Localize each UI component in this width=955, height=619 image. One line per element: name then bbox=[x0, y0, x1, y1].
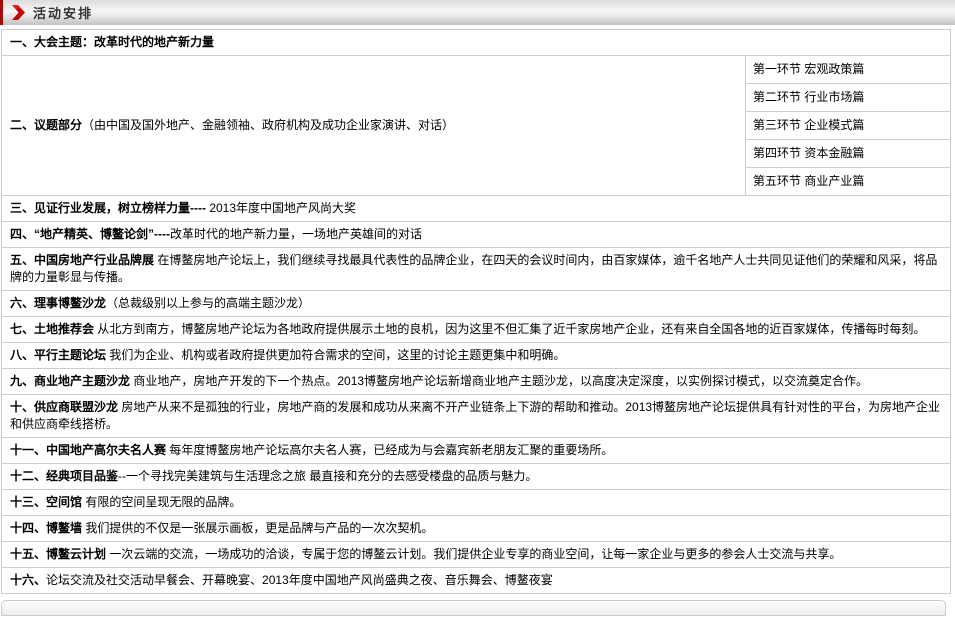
agenda-row-16: 十六、论坛交流及社交活动早餐会、开幕晚宴、2013年度中国地产风尚盛典之夜、音乐… bbox=[2, 568, 951, 594]
agenda-row-9: 九、商业地产主题沙龙 商业地产，房地产开发的下一个热点。2013博鳌房地产论坛新… bbox=[2, 369, 951, 395]
section-header: 活动安排 bbox=[0, 0, 955, 26]
agenda-row-title: 十一、中国地产高尔夫名人赛 bbox=[10, 443, 166, 457]
agenda-row-title: 九、商业地产主题沙龙 bbox=[10, 374, 130, 388]
session-row: 第三环节 企业模式篇 bbox=[746, 112, 950, 140]
agenda-row-title: 十五、博鳌云计划 bbox=[10, 547, 106, 561]
agenda-row-11: 十一、中国地产高尔夫名人赛 每年度博鳌房地产论坛高尔夫名人赛，已经成为与会嘉宾新… bbox=[2, 438, 951, 464]
agenda-row-text: 2013年度中国地产风尚大奖 bbox=[206, 201, 356, 215]
agenda-row-14: 十四、博鳌墙 我们提供的不仅是一张展示画板，更是品牌与产品的一次次契机。 bbox=[2, 516, 951, 542]
agenda-row-7: 七、土地推荐会 从北方到南方，博鳌房地产论坛为各地政府提供展示土地的良机，因为这… bbox=[2, 317, 951, 343]
agenda-row-12: 十二、经典项目品鉴--一个寻找完美建筑与生活理念之旅 最直接和充分的去感受楼盘的… bbox=[2, 464, 951, 490]
agenda-row-title: 十四、博鳌墙 bbox=[10, 521, 82, 535]
agenda-row-10: 十、供应商联盟沙龙 房地产从来不是孤独的行业，房地产商的发展和成功从来离不开产业… bbox=[2, 395, 951, 438]
agenda-table: 一、大会主题：改革时代的地产新力量 二、议题部分（由中国及国外地产、金融领袖、政… bbox=[1, 29, 951, 594]
agenda-row-text: 改革时代的地产新力量，一场地产英雄间的对话 bbox=[170, 227, 422, 241]
agenda-row-text: 从北方到南方，博鳌房地产论坛为各地政府提供展示土地的良机，因为这里不但汇集了近千… bbox=[94, 322, 925, 336]
next-section-bar bbox=[1, 600, 946, 616]
agenda-row-1: 一、大会主题：改革时代的地产新力量 bbox=[2, 30, 951, 56]
agenda-row-text: 商业地产，房地产开发的下一个热点。2013博鳌房地产论坛新增商业地产主题沙龙，以… bbox=[130, 374, 868, 388]
agenda-row-2-main-cell: 二、议题部分（由中国及国外地产、金融领袖、政府机构及成功企业家演讲、对话） bbox=[2, 56, 746, 196]
agenda-row-text: （由中国及国外地产、金融领袖、政府机构及成功企业家演讲、对话） bbox=[82, 118, 454, 132]
agenda-row-title: 六、理事博鳌沙龙 bbox=[10, 296, 106, 310]
agenda-row-title: 八、平行主题论坛 bbox=[10, 348, 106, 362]
page-title: 活动安排 bbox=[33, 3, 93, 22]
session-label: 第四环节 资本金融篇 bbox=[746, 140, 950, 168]
agenda-row-text: 每年度博鳌房地产论坛高尔夫名人赛，已经成为与会嘉宾新老朋友汇聚的重要场所。 bbox=[166, 443, 613, 457]
agenda-row-text: 一次云端的交流，一场成功的洽谈，专属于您的博鳌云计划。我们提供企业专享的商业空间… bbox=[106, 547, 841, 561]
agenda-row-title: 十六、 bbox=[10, 573, 46, 587]
agenda-row-2: 二、议题部分（由中国及国外地产、金融领袖、政府机构及成功企业家演讲、对话） 第一… bbox=[2, 56, 951, 196]
agenda-row-title: 七、土地推荐会 bbox=[10, 322, 94, 336]
session-label: 第二环节 行业市场篇 bbox=[746, 84, 950, 112]
agenda-row-title: 二、议题部分 bbox=[10, 118, 82, 132]
agenda-row-6: 六、理事博鳌沙龙（总裁级别以上参与的高端主题沙龙） bbox=[2, 291, 951, 317]
agenda-row-title: 三、见证行业发展，树立榜样力量---- bbox=[10, 201, 206, 215]
agenda-row-text: --一个寻找完美建筑与生活理念之旅 最直接和充分的去感受楼盘的品质与魅力。 bbox=[118, 469, 537, 483]
session-label: 第五环节 商业产业篇 bbox=[746, 168, 950, 196]
agenda-row-text: 房地产从来不是孤独的行业，房地产商的发展和成功从来离不开产业链条上下游的帮助和推… bbox=[10, 400, 940, 431]
agenda-row-5: 五、中国房地产行业品牌展 在博鳌房地产论坛上，我们继续寻找最具代表性的品牌企业，… bbox=[2, 248, 951, 291]
sessions-table: 第一环节 宏观政策篇 第二环节 行业市场篇 第三环节 企业模式篇 第四环节 资本… bbox=[746, 56, 950, 195]
agenda-row-text: 我们为企业、机构或者政府提供更加符合需求的空间，这里的讨论主题更集中和明确。 bbox=[106, 348, 565, 362]
session-label: 第一环节 宏观政策篇 bbox=[746, 56, 950, 84]
agenda-row-15: 十五、博鳌云计划 一次云端的交流，一场成功的洽谈，专属于您的博鳌云计划。我们提供… bbox=[2, 542, 951, 568]
agenda-row-title: 十、供应商联盟沙龙 bbox=[10, 400, 118, 414]
agenda-row-8: 八、平行主题论坛 我们为企业、机构或者政府提供更加符合需求的空间，这里的讨论主题… bbox=[2, 343, 951, 369]
left-accent-stripe bbox=[0, 0, 3, 25]
agenda-row-text: 我们提供的不仅是一张展示画板，更是品牌与产品的一次次契机。 bbox=[82, 521, 433, 535]
agenda-row-title: 一、大会主题：改革时代的地产新力量 bbox=[10, 35, 214, 49]
session-row: 第五环节 商业产业篇 bbox=[746, 168, 950, 196]
agenda-row-text: 论坛交流及社交活动早餐会、开幕晚宴、2013年度中国地产风尚盛典之夜、音乐舞会、… bbox=[46, 573, 553, 587]
agenda-row-3: 三、见证行业发展，树立榜样力量---- 2013年度中国地产风尚大奖 bbox=[2, 196, 951, 222]
agenda-row-title: 十三、空间馆 bbox=[10, 495, 82, 509]
agenda-row-4: 四、“地产精英、博鳌论剑”----改革时代的地产新力量，一场地产英雄间的对话 bbox=[2, 222, 951, 248]
sessions-cell: 第一环节 宏观政策篇 第二环节 行业市场篇 第三环节 企业模式篇 第四环节 资本… bbox=[746, 56, 951, 196]
session-row: 第二环节 行业市场篇 bbox=[746, 84, 950, 112]
agenda-row-title: 五、中国房地产行业品牌展 bbox=[10, 253, 154, 267]
agenda-row-13: 十三、空间馆 有限的空间呈现无限的品牌。 bbox=[2, 490, 951, 516]
agenda-row-text: （总裁级别以上参与的高端主题沙龙） bbox=[106, 296, 310, 310]
red-chevron-icon bbox=[12, 5, 25, 20]
agenda-row-title: 十二、经典项目品鉴 bbox=[10, 469, 118, 483]
session-label: 第三环节 企业模式篇 bbox=[746, 112, 950, 140]
agenda-row-title: 四、“地产精英、博鳌论剑”---- bbox=[10, 227, 170, 241]
session-row: 第一环节 宏观政策篇 bbox=[746, 56, 950, 84]
agenda-row-text: 有限的空间呈现无限的品牌。 bbox=[82, 495, 241, 509]
session-row: 第四环节 资本金融篇 bbox=[746, 140, 950, 168]
